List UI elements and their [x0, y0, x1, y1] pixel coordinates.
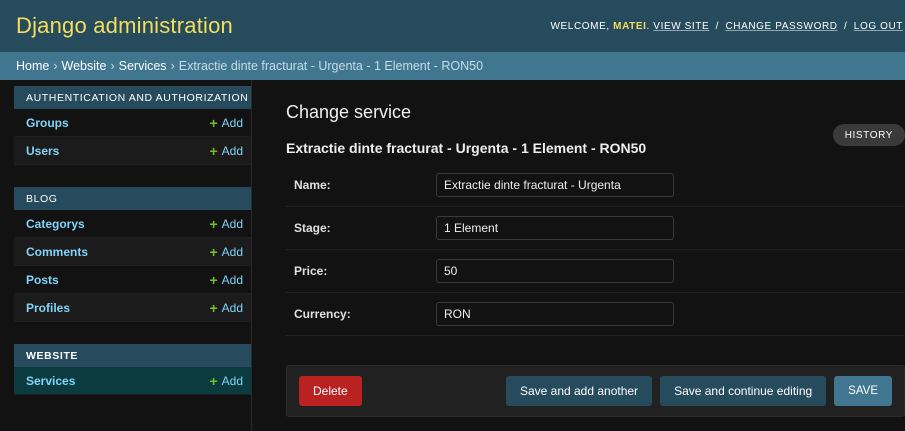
form-row-currency: Currency: RON — [286, 293, 905, 336]
delete-button[interactable]: Delete — [299, 376, 362, 406]
main-content: Change service History Extractie dinte f… — [252, 80, 905, 431]
plus-icon: + — [209, 243, 218, 260]
save-continue-button[interactable]: Save and continue editing — [660, 376, 827, 406]
add-profiles-link[interactable]: + Add — [209, 301, 243, 315]
site-brand[interactable]: Django administration — [16, 13, 233, 39]
form-row-stage: Stage: 1 Element — [286, 207, 905, 250]
save-add-another-button[interactable]: Save and add another — [505, 376, 653, 406]
view-site-link[interactable]: VIEW SITE — [653, 21, 709, 32]
sidebar-item-groups: Groups + Add — [14, 109, 251, 137]
sidebar-item-users: Users + Add — [14, 137, 251, 165]
breadcrumb-services[interactable]: Services — [119, 59, 167, 73]
breadcrumb-current: Extractie dinte fracturat - Urgenta - 1 … — [178, 59, 484, 73]
model-link-users[interactable]: Users — [26, 144, 59, 158]
model-link-groups[interactable]: Groups — [26, 116, 69, 130]
model-link-profiles[interactable]: Profiles — [26, 301, 70, 315]
add-users-link[interactable]: + Add — [209, 144, 243, 158]
plus-icon: + — [209, 299, 218, 316]
username: MATEI — [613, 20, 647, 32]
module-caption-website[interactable]: Website — [14, 344, 251, 367]
form-row-price: Price: 50 — [286, 250, 905, 293]
history-button[interactable]: History — [832, 124, 905, 146]
stage-label: Stage: — [294, 221, 331, 235]
price-label: Price: — [294, 264, 328, 278]
sidebar-item-services: Services + Add — [14, 367, 251, 395]
submit-row: Delete Save and add another Save and con… — [286, 365, 905, 417]
currency-label: Currency: — [294, 307, 351, 321]
module-website: Website Services + Add — [0, 344, 251, 395]
form-row-name: Name: Extractie dinte fracturat - Urgent… — [286, 164, 905, 207]
page-title: Change service — [286, 102, 412, 122]
currency-input[interactable]: RON — [436, 302, 674, 326]
breadcrumb-home[interactable]: Home — [16, 59, 49, 73]
logout-link[interactable]: LOG OUT — [854, 21, 903, 32]
module-auth: Authentication and Authorization Groups … — [0, 86, 251, 165]
model-link-categorys[interactable]: Categorys — [26, 217, 85, 231]
add-services-link[interactable]: + Add — [209, 374, 243, 388]
change-form: Name: Extractie dinte fracturat - Urgent… — [286, 164, 905, 336]
breadcrumb: Home › Website › Services › Extractie di… — [0, 52, 905, 80]
module-caption-blog[interactable]: Blog — [14, 187, 251, 210]
name-input[interactable]: Extractie dinte fracturat - Urgenta — [436, 173, 674, 197]
plus-icon: + — [209, 215, 218, 232]
plus-icon: + — [209, 372, 218, 389]
sidebar-item-profiles: Profiles + Add — [14, 294, 251, 322]
add-posts-link[interactable]: + Add — [209, 273, 243, 287]
model-link-posts[interactable]: Posts — [26, 273, 59, 287]
add-comments-link[interactable]: + Add — [209, 245, 243, 259]
save-button[interactable]: SAVE — [834, 376, 892, 406]
change-password-link[interactable]: CHANGE PASSWORD — [725, 21, 837, 32]
site-header: Django administration WELCOME, MATEI. VI… — [0, 0, 905, 52]
object-title: Extractie dinte fracturat - Urgenta - 1 … — [286, 140, 647, 156]
model-link-comments[interactable]: Comments — [26, 245, 88, 259]
sidebar-item-categorys: Categorys + Add — [14, 210, 251, 238]
plus-icon: + — [209, 114, 218, 131]
nav-sidebar: Authentication and Authorization Groups … — [0, 80, 252, 431]
stage-input[interactable]: 1 Element — [436, 216, 674, 240]
module-blog: Blog Categorys + Add Comments + Add Posts … — [0, 187, 251, 322]
price-input[interactable]: 50 — [436, 259, 674, 283]
welcome-text: WELCOME, — [550, 20, 610, 32]
plus-icon: + — [209, 271, 218, 288]
name-label: Name: — [294, 178, 331, 192]
add-categorys-link[interactable]: + Add — [209, 217, 243, 231]
user-tools: WELCOME, MATEI. VIEW SITE / CHANGE PASSW… — [550, 20, 903, 32]
add-groups-link[interactable]: + Add — [209, 116, 243, 130]
plus-icon: + — [209, 142, 218, 159]
sidebar-item-posts: Posts + Add — [14, 266, 251, 294]
sidebar-item-comments: Comments + Add — [14, 238, 251, 266]
breadcrumb-website[interactable]: Website — [62, 59, 107, 73]
model-link-services[interactable]: Services — [26, 374, 75, 388]
module-caption-auth[interactable]: Authentication and Authorization — [14, 86, 251, 109]
